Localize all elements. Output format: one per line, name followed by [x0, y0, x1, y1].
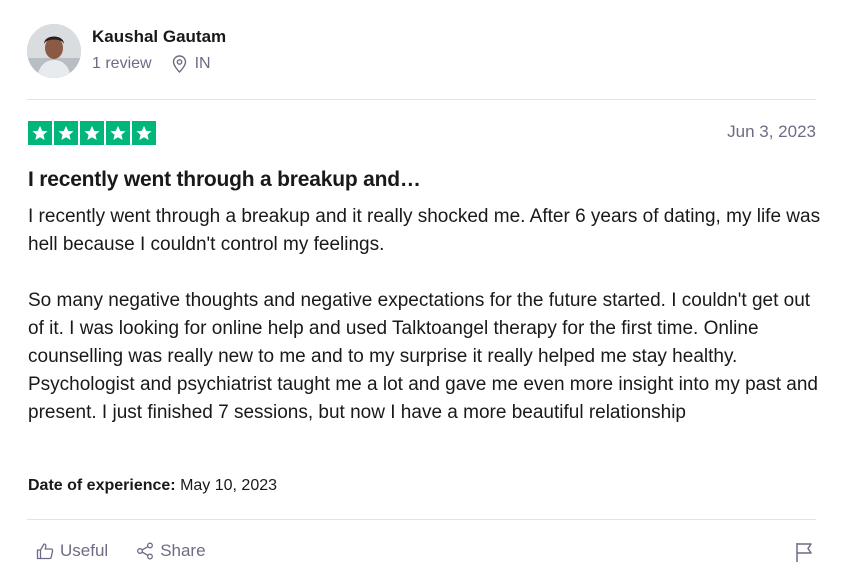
review-count: 1 review [92, 55, 152, 72]
review-paragraph: So many negative thoughts and negative e… [28, 290, 818, 423]
avatar-photo [27, 24, 81, 78]
share-button[interactable]: Share [136, 541, 206, 561]
experience-date: May 10, 2023 [180, 477, 278, 494]
thumbs-up-icon [36, 543, 54, 560]
reviewer-name[interactable]: Kaushal Gautam [92, 27, 226, 47]
star-icon [106, 121, 130, 145]
footer-divider [27, 519, 816, 520]
share-label: Share [160, 541, 206, 560]
review-paragraph: I recently went through a breakup and it… [28, 206, 821, 255]
date-of-experience: Date of experience: May 10, 2023 [28, 477, 277, 495]
review-title[interactable]: I recently went through a breakup and… [28, 168, 421, 192]
map-pin-icon [172, 55, 186, 73]
review-body: I recently went through a breakup and it… [28, 203, 828, 427]
star-rating [28, 121, 156, 145]
reviewer-meta: 1 review IN [92, 55, 211, 73]
star-icon [28, 121, 52, 145]
avatar[interactable] [27, 24, 81, 78]
star-icon [54, 121, 78, 145]
review-actions: Useful Share [36, 541, 206, 561]
useful-label: Useful [60, 541, 109, 560]
experience-label: Date of experience: [28, 477, 176, 494]
review-date: Jun 3, 2023 [727, 122, 816, 141]
useful-button[interactable]: Useful [36, 541, 108, 561]
star-icon [132, 121, 156, 145]
flag-icon[interactable] [794, 541, 814, 563]
review-card: Kaushal Gautam 1 review IN Jun 3, 2023 I… [0, 0, 844, 584]
reviewer-country: IN [194, 55, 211, 72]
star-icon [80, 121, 104, 145]
share-icon [137, 542, 154, 560]
header-divider [27, 99, 816, 100]
